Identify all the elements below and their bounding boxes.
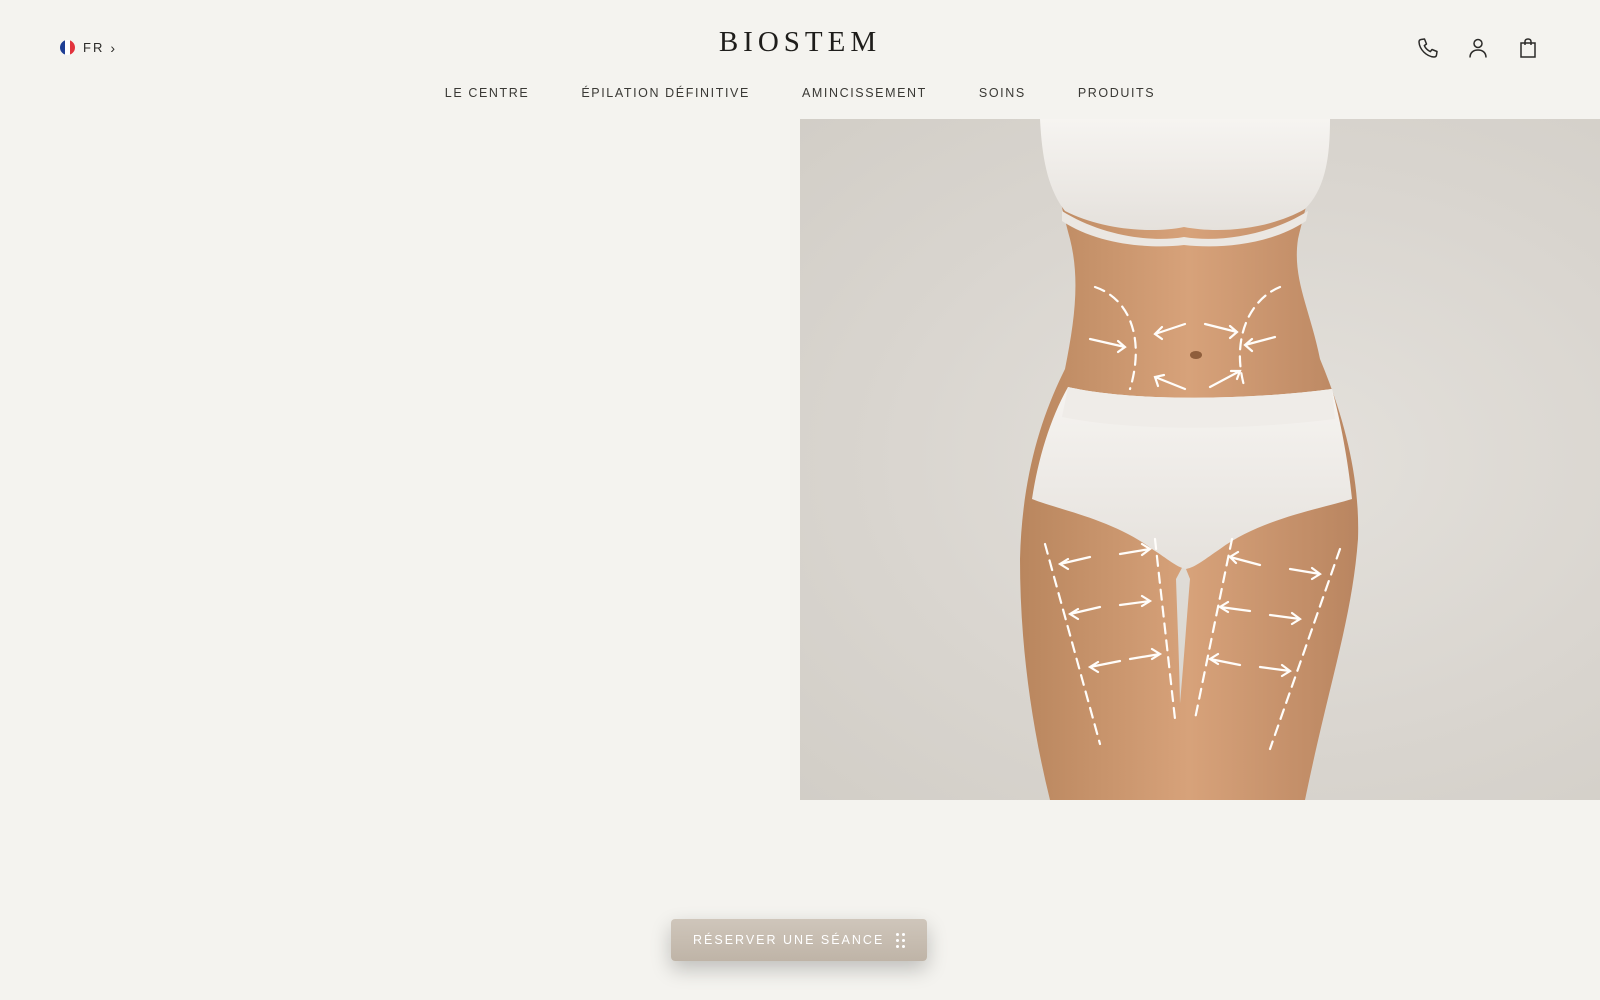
shopping-bag-icon[interactable] xyxy=(1516,36,1540,60)
navel xyxy=(1190,351,1202,359)
body-contouring-illustration xyxy=(1020,119,1359,800)
drag-handle-icon xyxy=(896,932,905,948)
book-session-button[interactable]: RÉSERVER UNE SÉANCE xyxy=(671,919,927,961)
phone-icon[interactable] xyxy=(1416,36,1440,60)
user-icon[interactable] xyxy=(1466,36,1490,60)
main-navigation: LE CENTRE ÉPILATION DÉFINITIVE AMINCISSE… xyxy=(0,86,1600,100)
hero-image xyxy=(800,119,1600,800)
site-logo[interactable]: BIOSTEM xyxy=(0,26,1600,59)
nav-item-le-centre[interactable]: LE CENTRE xyxy=(445,86,530,100)
book-session-label: RÉSERVER UNE SÉANCE xyxy=(693,933,885,947)
nav-item-amincissement[interactable]: AMINCISSEMENT xyxy=(802,86,927,100)
nav-item-epilation[interactable]: ÉPILATION DÉFINITIVE xyxy=(581,86,750,100)
header-actions xyxy=(1416,36,1540,60)
top-garment xyxy=(1040,119,1330,231)
nav-item-soins[interactable]: SOINS xyxy=(979,86,1026,100)
nav-item-produits[interactable]: PRODUITS xyxy=(1078,86,1155,100)
